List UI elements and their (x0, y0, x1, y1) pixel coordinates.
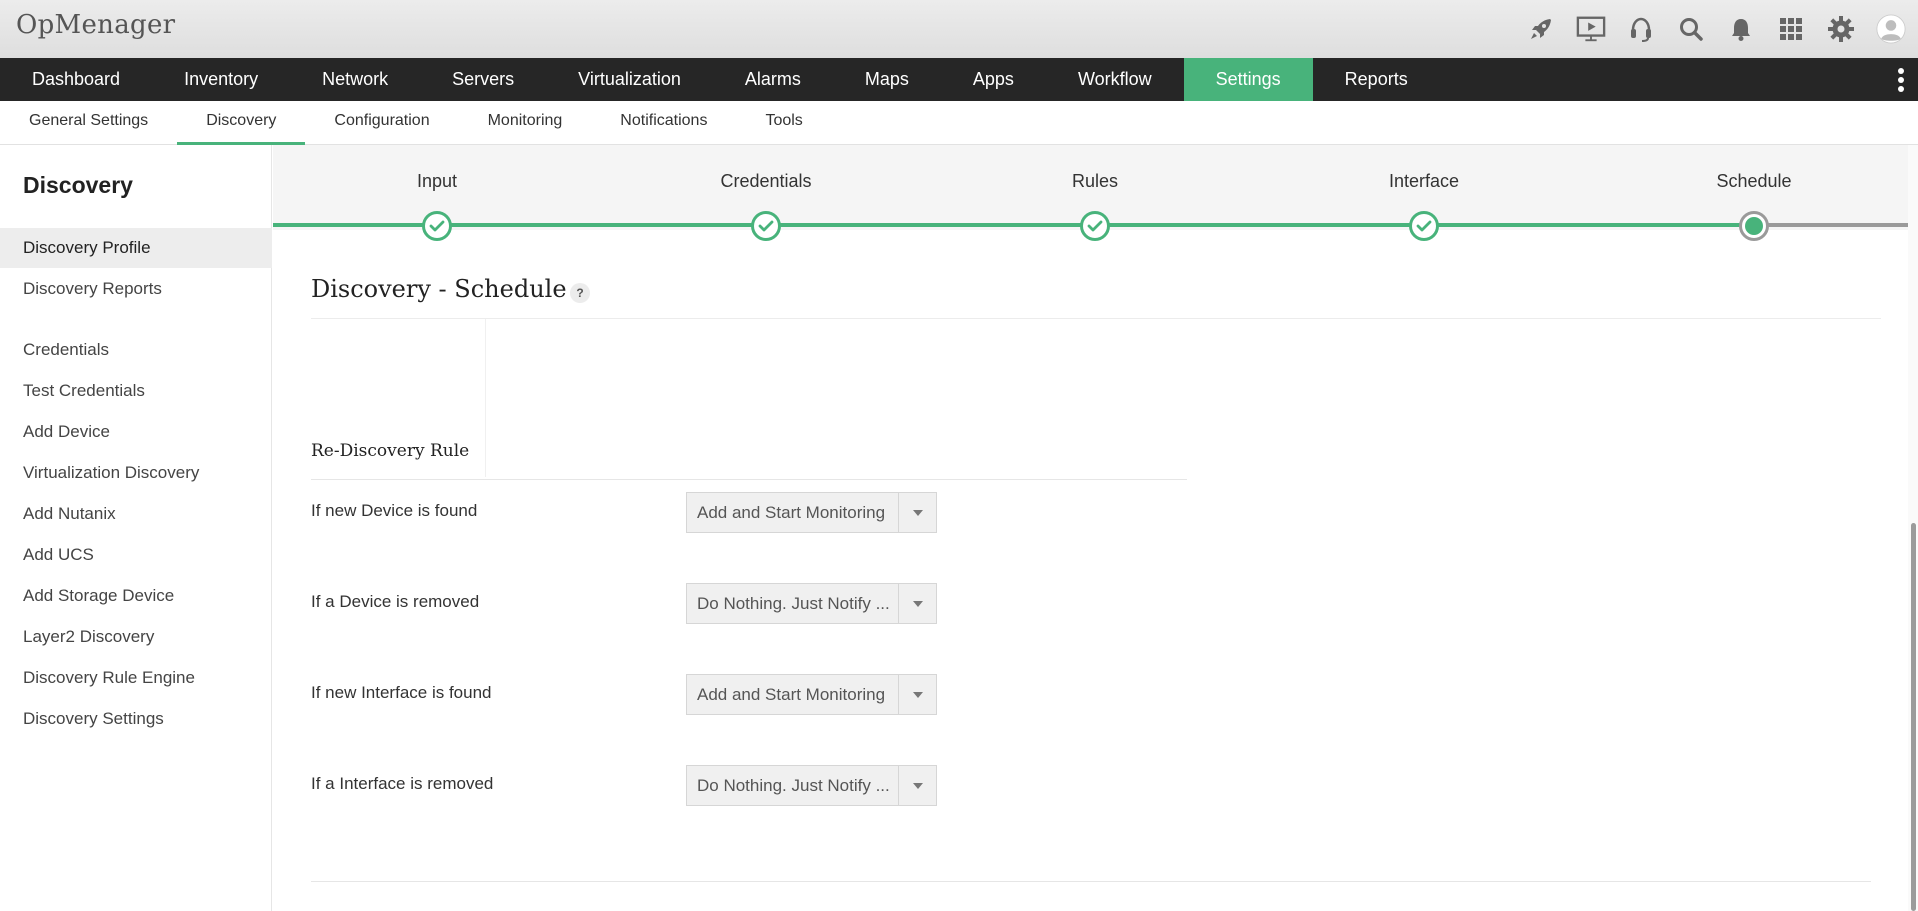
page-title: Discovery - Schedule (311, 275, 567, 303)
bell-icon[interactable] (1726, 14, 1756, 44)
tab-discovery[interactable]: Discovery (177, 101, 306, 145)
sidebar-item-discovery-profile[interactable]: Discovery Profile (0, 228, 272, 268)
search-icon[interactable] (1676, 14, 1706, 44)
wizard-stepper: Input Credentials Rules Interface Schedu… (273, 145, 1918, 241)
tab-tools[interactable]: Tools (736, 101, 831, 145)
user-avatar-icon[interactable] (1876, 14, 1906, 44)
sidebar-item-add-device[interactable]: Add Device (0, 412, 272, 452)
chevron-down-icon[interactable] (898, 675, 936, 714)
step-label: Credentials (720, 171, 812, 191)
title-divider (311, 318, 1881, 319)
rule-label-new-interface: If new Interface is found (311, 683, 492, 702)
chevron-down-icon[interactable] (898, 584, 936, 623)
gear-icon[interactable] (1826, 14, 1856, 44)
chevron-down-icon[interactable] (898, 493, 936, 532)
apps-grid-icon[interactable] (1776, 14, 1806, 44)
sidebar-item-add-nutanix[interactable]: Add Nutanix (0, 494, 272, 534)
nav-network[interactable]: Network (290, 58, 420, 101)
nav-inventory[interactable]: Inventory (152, 58, 290, 101)
current-step-indicator (1739, 211, 1769, 241)
presentation-icon[interactable] (1576, 14, 1606, 44)
nav-virtualization[interactable]: Virtualization (546, 58, 713, 101)
nav-apps[interactable]: Apps (941, 58, 1046, 101)
nav-reports[interactable]: Reports (1313, 58, 1440, 101)
rocket-icon[interactable] (1526, 14, 1556, 44)
check-icon (422, 211, 452, 241)
select-value: Do Nothing. Just Notify ... (697, 776, 890, 795)
nav-alarms[interactable]: Alarms (713, 58, 833, 101)
sidebar-item-add-ucs[interactable]: Add UCS (0, 535, 272, 575)
chevron-down-icon[interactable] (898, 766, 936, 805)
sidebar-item-discovery-rule-engine[interactable]: Discovery Rule Engine (0, 658, 272, 698)
rediscovery-section-title: Re-Discovery Rule (311, 441, 470, 461)
select-value: Add and Start Monitoring (697, 685, 886, 704)
column-divider (485, 319, 486, 477)
sidebar-item-discovery-settings[interactable]: Discovery Settings (0, 699, 272, 739)
top-icon-bar (1526, 10, 1906, 48)
new-interface-action-select[interactable]: Add and Start Monitoring (686, 674, 937, 715)
bottom-divider (311, 881, 1871, 882)
select-value: Add and Start Monitoring (697, 503, 886, 522)
sidebar-item-add-storage-device[interactable]: Add Storage Device (0, 576, 272, 616)
select-value: Do Nothing. Just Notify ... (697, 594, 890, 613)
nav-maps[interactable]: Maps (833, 58, 941, 101)
interface-removed-action-select[interactable]: Do Nothing. Just Notify ... (686, 765, 937, 806)
step-label: Schedule (1716, 171, 1792, 191)
nav-workflow[interactable]: Workflow (1046, 58, 1184, 101)
sidebar-item-virtualization-discovery[interactable]: Virtualization Discovery (0, 453, 272, 493)
more-options-icon[interactable] (1894, 66, 1908, 94)
rule-label-interface-removed: If a Interface is removed (311, 774, 494, 793)
tab-notifications[interactable]: Notifications (591, 101, 736, 145)
scrollbar-thumb[interactable] (1911, 523, 1916, 911)
tab-monitoring[interactable]: Monitoring (459, 101, 592, 145)
rule-label-device-removed: If a Device is removed (311, 592, 480, 611)
check-icon (751, 211, 781, 241)
sidebar-item-discovery-reports[interactable]: Discovery Reports (0, 269, 272, 309)
nav-dashboard[interactable]: Dashboard (0, 58, 152, 101)
stepper-remaining-line (1755, 223, 1918, 227)
step-label: Interface (1388, 171, 1460, 191)
settings-subnav: General Settings Discovery Configuration… (0, 101, 1918, 145)
step-label: Rules (1071, 171, 1119, 191)
tab-configuration[interactable]: Configuration (305, 101, 458, 145)
check-icon (1080, 211, 1110, 241)
rule-label-new-device: If new Device is found (311, 501, 478, 520)
page-scrollbar[interactable] (1908, 145, 1918, 911)
sidebar: Discovery Discovery Profile Discovery Re… (0, 145, 272, 911)
tab-general-settings[interactable]: General Settings (0, 101, 177, 145)
check-icon (1409, 211, 1439, 241)
section-divider (311, 479, 1187, 480)
stepper-progress-line (273, 223, 1755, 227)
sidebar-title: Discovery (23, 172, 133, 198)
nav-servers[interactable]: Servers (420, 58, 546, 101)
top-header: OpMenager (0, 0, 1918, 58)
step-label: Input (416, 171, 458, 191)
nav-settings[interactable]: Settings (1183, 58, 1313, 101)
main-content: Input Credentials Rules Interface Schedu… (273, 145, 1918, 911)
app-logo[interactable]: OpMenager (16, 10, 175, 40)
new-device-action-select[interactable]: Add and Start Monitoring (686, 492, 937, 533)
sidebar-item-credentials[interactable]: Credentials (0, 330, 272, 370)
device-removed-action-select[interactable]: Do Nothing. Just Notify ... (686, 583, 937, 624)
main-nav: Dashboard Inventory Network Servers Virt… (0, 58, 1918, 101)
help-icon[interactable]: ? (570, 283, 590, 303)
sidebar-item-layer2-discovery[interactable]: Layer2 Discovery (0, 617, 272, 657)
sidebar-item-test-credentials[interactable]: Test Credentials (0, 371, 272, 411)
headset-icon[interactable] (1626, 14, 1656, 44)
